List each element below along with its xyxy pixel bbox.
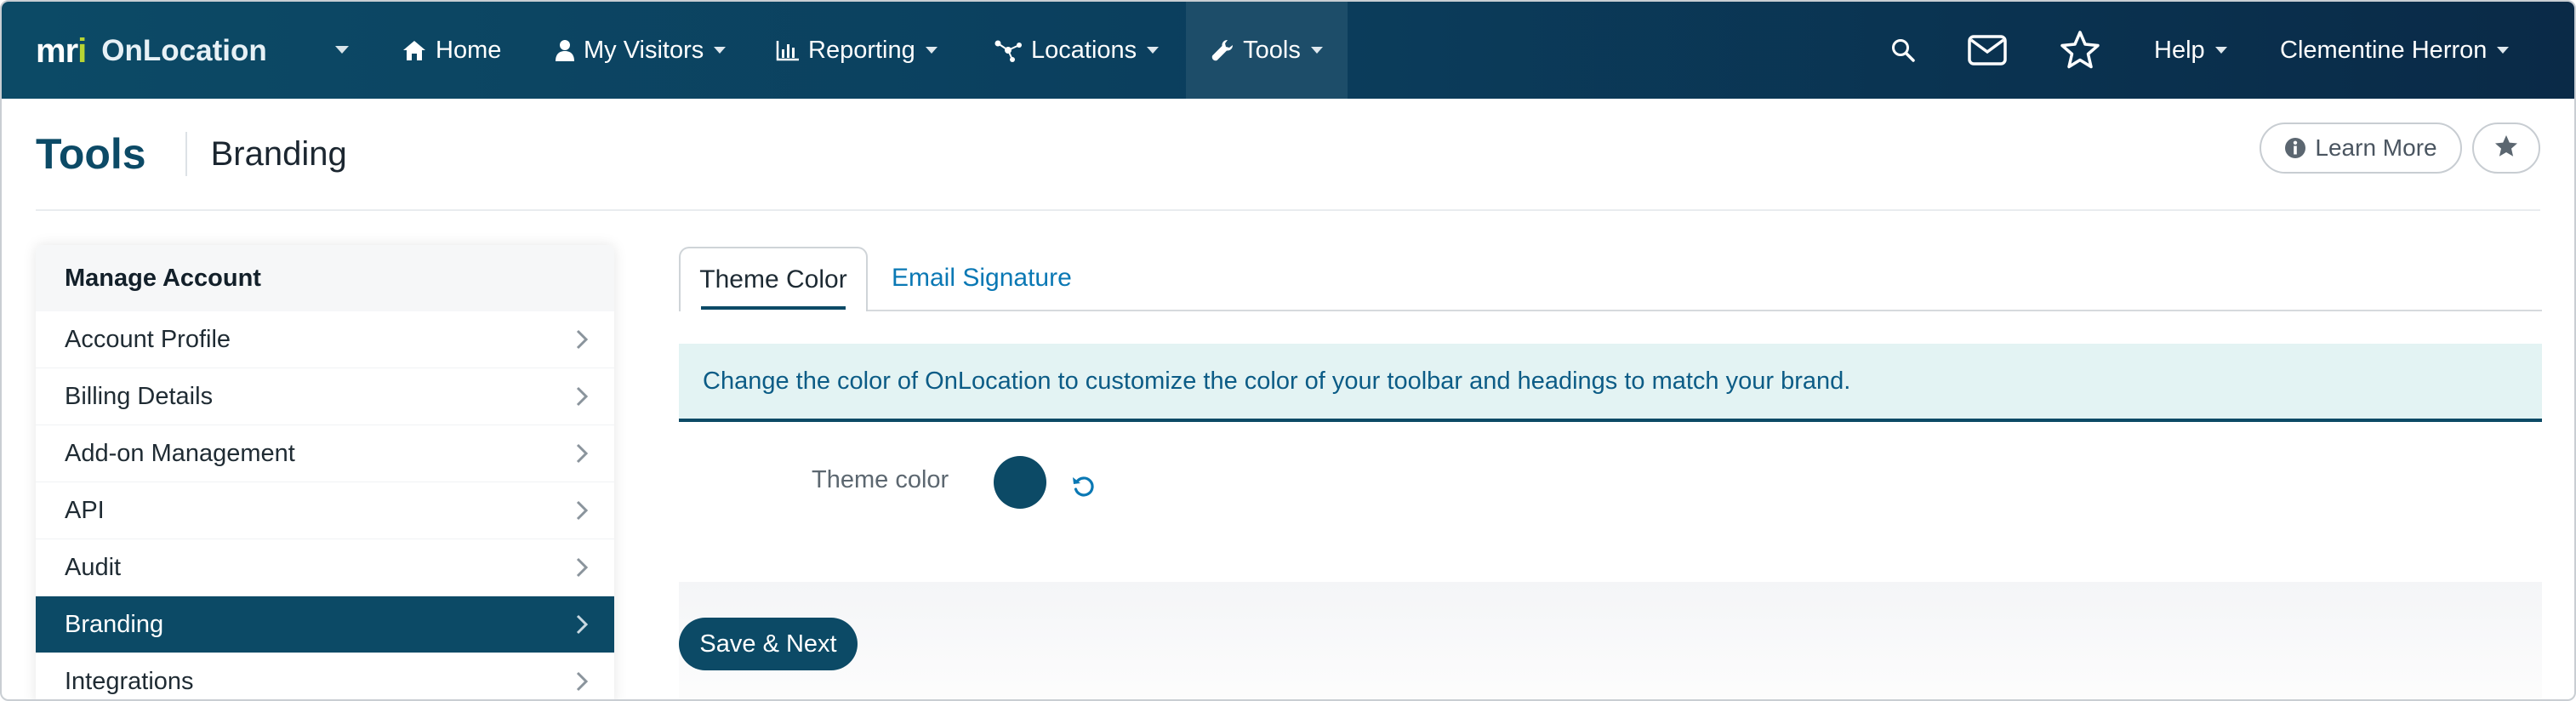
nav-reporting-label: Reporting xyxy=(808,36,915,64)
reset-color-button[interactable] xyxy=(1070,473,1097,504)
logo-letter-i: i xyxy=(77,31,87,70)
nav-tools[interactable]: Tools xyxy=(1186,2,1348,99)
tab-label: Email Signature xyxy=(892,264,1072,292)
search-icon[interactable] xyxy=(1890,2,1916,99)
sidebar-item-label: Branding xyxy=(65,610,164,638)
sidebar-heading: Manage Account xyxy=(36,245,614,311)
star-icon xyxy=(2493,134,2519,163)
mri-logo: mri xyxy=(36,31,87,71)
user-menu[interactable]: Clementine Herron xyxy=(2280,2,2510,99)
active-tab-indicator xyxy=(701,306,846,310)
info-icon xyxy=(2284,137,2306,159)
sidebar-item-account-profile[interactable]: Account Profile xyxy=(36,311,614,368)
header-divider xyxy=(185,132,187,176)
page-title: Tools xyxy=(36,130,146,178)
sidebar-item-add-on-management[interactable]: Add-on Management xyxy=(36,425,614,482)
tab-email-signature[interactable]: Email Signature xyxy=(892,247,1072,310)
sidebar-item-audit[interactable]: Audit xyxy=(36,539,614,596)
nav-tools-label: Tools xyxy=(1243,36,1301,64)
tab-bar: Theme Color Email Signature xyxy=(679,247,2542,311)
wrench-icon xyxy=(1211,38,1234,62)
nav-help[interactable]: Help xyxy=(2154,2,2227,99)
chevron-down-icon xyxy=(2497,47,2510,54)
user-name: Clementine Herron xyxy=(2280,36,2488,64)
chevron-right-icon xyxy=(575,670,589,692)
top-navbar: mri OnLocation Home My Visitors Reportin… xyxy=(2,2,2574,99)
nav-locations-label: Locations xyxy=(1031,36,1137,64)
nav-help-label: Help xyxy=(2154,36,2205,64)
info-alert: Change the color of OnLocation to custom… xyxy=(679,344,2542,422)
chevron-down-icon xyxy=(1147,47,1160,54)
app-name: OnLocation xyxy=(101,34,267,67)
sidebar-item-branding[interactable]: Branding xyxy=(36,596,614,653)
favorite-button[interactable] xyxy=(2472,123,2540,174)
nav-my-visitors-label: My Visitors xyxy=(584,36,704,64)
home-icon xyxy=(402,38,427,62)
header-separator xyxy=(36,209,2540,211)
logo-letter-r: r xyxy=(65,31,79,70)
nav-locations[interactable]: Locations xyxy=(994,2,1160,99)
chevron-right-icon xyxy=(575,328,589,350)
sidebar-item-label: Add-on Management xyxy=(65,439,295,467)
chevron-right-icon xyxy=(575,385,589,407)
tab-label: Theme Color xyxy=(699,265,847,294)
theme-color-label: Theme color xyxy=(812,466,949,493)
nav-home[interactable]: Home xyxy=(402,2,501,99)
mail-icon[interactable] xyxy=(1967,2,2008,99)
brand[interactable]: mri OnLocation xyxy=(36,27,267,75)
chevron-right-icon xyxy=(575,499,589,521)
nav-reporting[interactable]: Reporting xyxy=(776,2,938,99)
page-header: Tools Branding xyxy=(36,129,347,179)
chevron-down-icon xyxy=(1310,47,1323,54)
sidebar-item-billing-details[interactable]: Billing Details xyxy=(36,368,614,425)
chevron-right-icon xyxy=(575,556,589,578)
app-window: mri OnLocation Home My Visitors Reportin… xyxy=(0,0,2576,701)
sidebar-item-label: Audit xyxy=(65,553,122,581)
learn-more-button[interactable]: Learn More xyxy=(2260,123,2462,174)
learn-more-label: Learn More xyxy=(2315,134,2437,161)
sidebar-item-label: Integrations xyxy=(65,667,194,695)
chevron-down-icon xyxy=(925,47,938,54)
form-footer xyxy=(679,582,2542,699)
sidebar: Manage Account Account Profile Billing D… xyxy=(36,245,614,699)
star-icon[interactable] xyxy=(2059,2,2101,99)
chevron-right-icon xyxy=(575,613,589,635)
chevron-down-icon xyxy=(2214,47,2227,54)
logo-letter-m: m xyxy=(36,31,66,70)
save-next-label: Save & Next xyxy=(699,630,837,658)
nav-home-label: Home xyxy=(436,36,502,64)
undo-icon xyxy=(1070,473,1097,504)
save-next-button[interactable]: Save & Next xyxy=(679,618,858,670)
page-subtitle: Branding xyxy=(210,134,347,173)
app-menu-caret-icon[interactable] xyxy=(335,46,349,54)
theme-color-swatch[interactable] xyxy=(994,456,1046,509)
sidebar-item-label: Account Profile xyxy=(65,325,231,353)
sidebar-item-label: API xyxy=(65,496,105,524)
bar-chart-icon xyxy=(776,39,800,61)
chevron-down-icon xyxy=(714,47,727,54)
alert-text: Change the color of OnLocation to custom… xyxy=(703,367,1851,395)
chevron-right-icon xyxy=(575,442,589,464)
network-icon xyxy=(994,38,1023,62)
user-icon xyxy=(555,38,575,62)
nav-my-visitors[interactable]: My Visitors xyxy=(555,2,727,99)
sidebar-item-integrations[interactable]: Integrations xyxy=(36,653,614,699)
sidebar-item-label: Billing Details xyxy=(65,382,214,410)
sidebar-item-api[interactable]: API xyxy=(36,482,614,539)
tab-theme-color[interactable]: Theme Color xyxy=(679,247,868,311)
